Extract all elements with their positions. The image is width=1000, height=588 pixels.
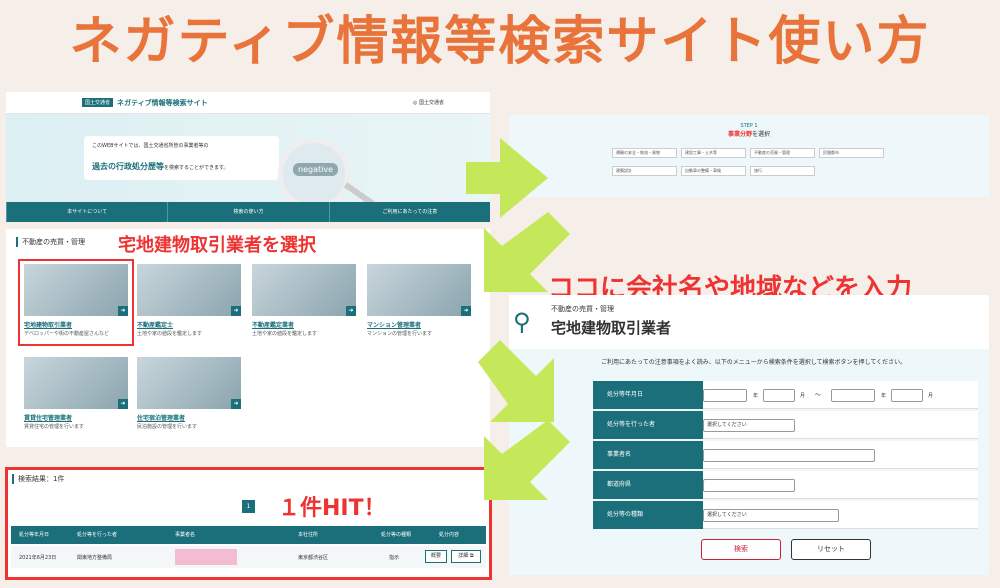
arrow-down-left-icon bbox=[484, 420, 570, 500]
arrow-right-icon bbox=[466, 138, 548, 218]
arrow-down-left-icon bbox=[484, 212, 570, 292]
arrow-down-right-icon bbox=[478, 340, 554, 422]
flow-arrows bbox=[466, 138, 570, 500]
